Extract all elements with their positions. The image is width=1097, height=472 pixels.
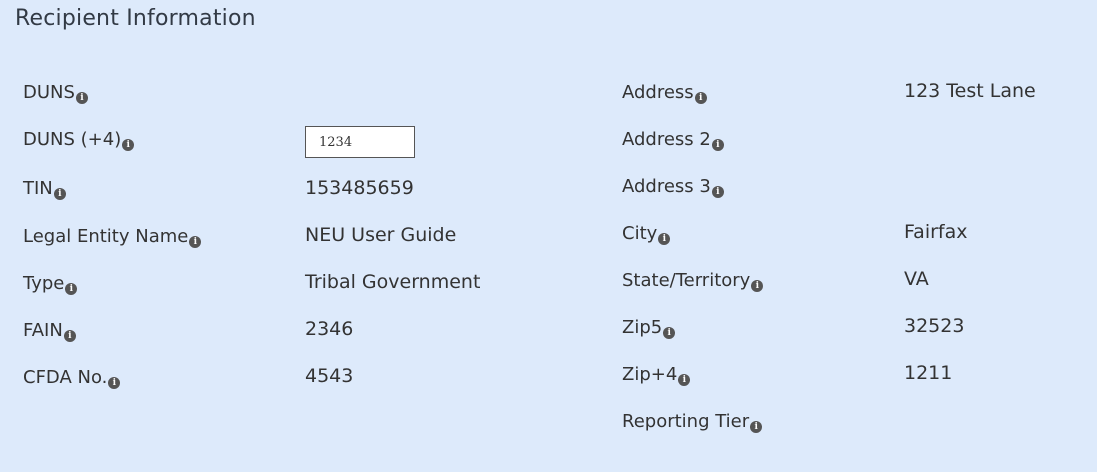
info-icon[interactable]: i [65,283,78,295]
legal-entity-name-value: NEU User Guide [305,224,457,246]
cfda-no-value: 4543 [305,365,354,387]
zip-plus4-label-text: Zip+4 [622,364,678,385]
type-label: Type i [23,273,78,295]
info-icon[interactable]: i [751,280,764,292]
city-label-text: City [622,223,658,244]
zip-plus4-value: 1211 [904,362,953,384]
section-title: Recipient Information [15,6,256,31]
info-icon[interactable]: i [75,92,88,104]
fain-value: 2346 [305,318,354,340]
info-icon[interactable]: i [678,374,691,386]
address-3-label: Address 3i [622,176,724,198]
cfda-no-label-text: CFDA No. [23,367,108,388]
tin-label-text: TIN [23,178,53,199]
info-icon[interactable]: i [694,92,707,104]
duns-plus4-input[interactable] [305,126,415,158]
info-icon[interactable]: i [711,139,724,151]
zip5-label-text: Zip5 [622,317,663,338]
info-icon[interactable]: i [750,421,763,433]
reporting-tier-label: Reporting Tier i [622,411,763,433]
tin-label: TIN i [23,178,66,200]
address-value: 123 Test Lane [904,80,1036,102]
fain-label-text: FAIN [23,320,63,341]
type-label-text: Type [23,273,65,294]
zip5-value: 32523 [904,315,965,337]
info-icon[interactable]: i [711,186,724,198]
zip5-label: Zip5 i [622,317,676,339]
cfda-no-label: CFDA No. i [23,367,121,389]
info-icon[interactable]: i [658,233,671,245]
duns-plus4-label: DUNS (+4) i [23,129,135,151]
address-label-text: Address [622,82,694,103]
legal-entity-name-label: Legal Entity Name i [23,226,202,248]
info-icon[interactable]: i [53,188,66,200]
info-icon[interactable]: i [108,377,121,389]
info-icon[interactable]: i [189,236,202,248]
legal-entity-name-label-text: Legal Entity Name [23,226,189,247]
info-icon[interactable]: i [63,330,76,342]
reporting-tier-label-text: Reporting Tier [622,411,750,432]
address-2-label: Address 2i [622,129,724,151]
recipient-information-panel: Recipient Information DUNSi DUNS (+4)i T… [0,0,1097,472]
city-label: City i [622,223,671,245]
info-icon[interactable]: i [663,327,676,339]
duns-plus4-label-text: DUNS (+4) [23,129,122,150]
info-icon[interactable]: i [122,139,135,151]
city-value: Fairfax [904,221,968,243]
state-territory-value: VA [904,268,929,290]
address-2-label-text: Address 2 [622,129,711,150]
address-3-label-text: Address 3 [622,176,711,197]
state-territory-label-text: State/Territory [622,270,751,291]
zip-plus4-label: Zip+4 i [622,364,691,386]
duns-label-text: DUNS [23,82,75,103]
address-label: Address i [622,82,707,104]
duns-label: DUNS i [23,82,88,104]
state-territory-label: State/Territory i [622,270,764,292]
tin-value: 153485659 [305,177,414,199]
fain-label: FAIN i [23,320,76,342]
type-value: Tribal Government [305,271,481,293]
